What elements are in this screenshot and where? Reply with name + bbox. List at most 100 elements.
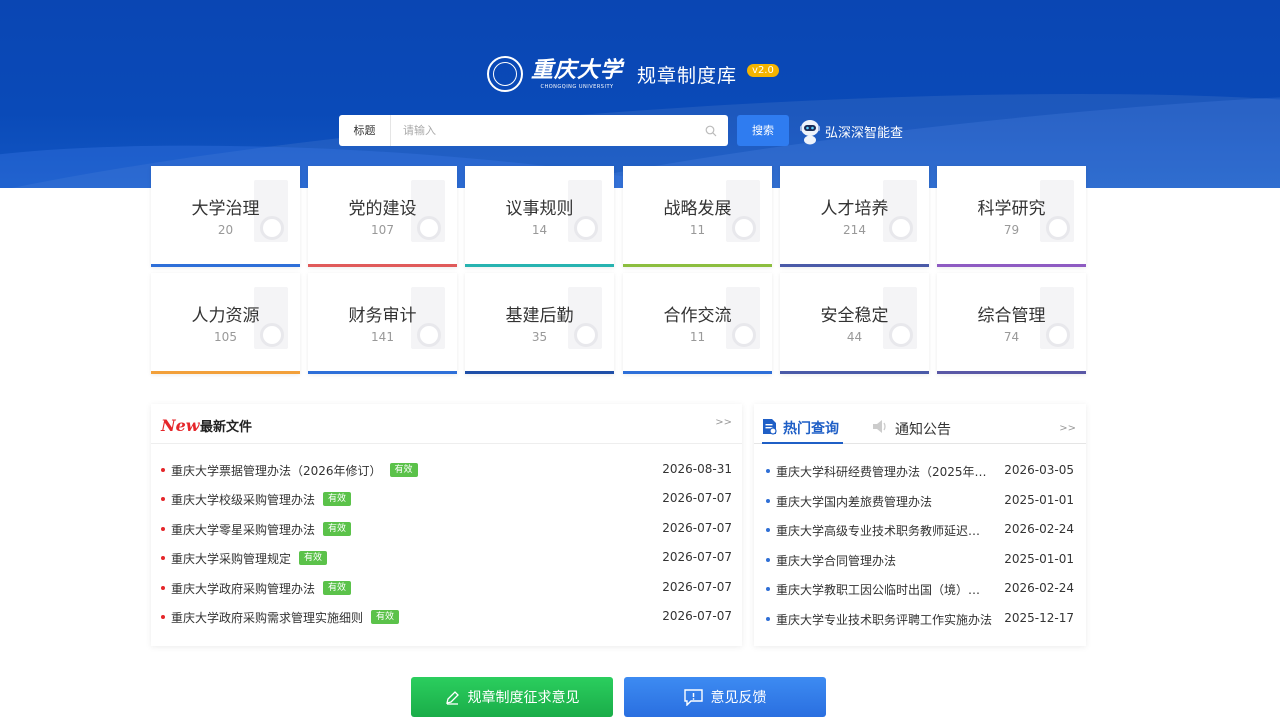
- category-card[interactable]: 财务审计 141: [308, 273, 457, 374]
- hot-query-title: 重庆大学教职工因公临时出国（境）管理办法: [776, 582, 992, 597]
- category-count: 107: [371, 223, 394, 237]
- bullet-dot: [161, 615, 165, 619]
- bullet-dot: [161, 497, 165, 501]
- bullet-dot: [161, 556, 165, 560]
- search-bar: 标题: [339, 115, 728, 146]
- category-card[interactable]: 综合管理 74: [937, 273, 1086, 374]
- tab-hot-query-label: 热门查询: [783, 421, 839, 437]
- latest-files-panel: New 最新文件 >> 重庆大学票据管理办法（2026年修订） 有效 2026-08…: [151, 404, 742, 646]
- search-category-select[interactable]: 标题: [339, 115, 391, 146]
- hot-query-row[interactable]: 重庆大学科研经费管理办法（2025年修订）: [766, 461, 992, 481]
- category-name: 人才培养: [820, 199, 889, 219]
- category-card[interactable]: 大学治理 20: [151, 166, 300, 267]
- latest-files-title: 最新文件: [200, 420, 253, 435]
- category-name: 基建后勤: [505, 306, 574, 326]
- latest-file-row[interactable]: 重庆大学采购管理规定 有效: [161, 548, 328, 568]
- site-logo[interactable]: 重庆大学 CHONGQING UNIVERSITY 规章制度库 v2.0: [487, 54, 779, 94]
- category-count: 11: [689, 223, 706, 237]
- solicit-opinion-button[interactable]: 规章制度征求意见: [411, 677, 613, 717]
- latest-file-row[interactable]: 重庆大学票据管理办法（2026年修订） 有效: [161, 460, 418, 480]
- category-card[interactable]: 议事规则 14: [465, 166, 614, 267]
- latest-file-date: 2026-07-07: [662, 609, 732, 623]
- category-count: 35: [531, 330, 548, 344]
- search-input[interactable]: [391, 116, 700, 145]
- category-count: 214: [843, 223, 866, 237]
- category-card[interactable]: 人力资源 105: [151, 273, 300, 374]
- latest-file-row[interactable]: 重庆大学零星采购管理办法 有效: [161, 519, 352, 539]
- tab-hot-query[interactable]: 热门查询: [762, 418, 843, 444]
- hot-query-date: 2026-03-05: [1004, 463, 1074, 477]
- hot-query-row[interactable]: 重庆大学教职工因公临时出国（境）管理办法: [766, 579, 992, 599]
- category-card[interactable]: 战略发展 11: [623, 166, 772, 267]
- solicit-opinion-label: 规章制度征求意见: [467, 690, 580, 706]
- category-count: 20: [217, 223, 234, 237]
- robot-icon: [799, 117, 821, 145]
- category-color-bar: [308, 264, 457, 267]
- search-button[interactable]: 搜索: [737, 115, 789, 146]
- category-name: 战略发展: [663, 199, 732, 219]
- latest-file-date: 2026-07-07: [662, 580, 732, 594]
- category-color-bar: [623, 264, 772, 267]
- latest-file-date: 2026-07-07: [662, 491, 732, 505]
- category-card[interactable]: 基建后勤 35: [465, 273, 614, 374]
- category-color-bar: [937, 371, 1086, 374]
- bullet-dot: [161, 586, 165, 590]
- category-count: 79: [1003, 223, 1020, 237]
- latest-file-row[interactable]: 重庆大学政府采购管理办法 有效: [161, 578, 352, 598]
- hot-more-link[interactable]: >>: [1059, 423, 1076, 434]
- status-badge: 有效: [299, 551, 328, 565]
- version-badge: v2.0: [747, 63, 779, 77]
- new-label: New: [161, 416, 200, 435]
- latest-file-title: 重庆大学政府采购管理办法: [171, 581, 316, 596]
- bullet-dot: [766, 587, 770, 591]
- tab-notice-label: 通知公告: [895, 422, 951, 438]
- smart-search-button[interactable]: 弘深深智能查: [799, 116, 903, 146]
- category-color-bar: [937, 264, 1086, 267]
- hot-query-row[interactable]: 重庆大学专业技术职务评聘工作实施办法: [766, 609, 992, 629]
- category-card[interactable]: 党的建设 107: [308, 166, 457, 267]
- feedback-button[interactable]: 意见反馈: [624, 677, 826, 717]
- latest-file-row[interactable]: 重庆大学政府采购需求管理实施细则 有效: [161, 607, 400, 627]
- latest-files-header: New 最新文件 >>: [151, 404, 742, 444]
- hot-query-date: 2025-01-01: [1004, 552, 1074, 566]
- tab-notice[interactable]: 通知公告: [872, 419, 951, 439]
- status-badge: 有效: [323, 522, 352, 536]
- bullet-dot: [766, 528, 770, 532]
- category-name: 综合管理: [977, 306, 1046, 326]
- hot-query-title: 重庆大学科研经费管理办法（2025年修订）: [776, 464, 992, 479]
- hot-query-title: 重庆大学高级专业技术职务教师延迟退休管理办法: [776, 523, 992, 538]
- category-name: 科学研究: [977, 199, 1046, 219]
- category-color-bar: [623, 371, 772, 374]
- header-banner: [0, 0, 1280, 188]
- category-color-bar: [780, 264, 929, 267]
- category-color-bar: [465, 264, 614, 267]
- category-card[interactable]: 合作交流 11: [623, 273, 772, 374]
- hot-query-row[interactable]: 重庆大学合同管理办法: [766, 550, 992, 570]
- latest-file-title: 重庆大学票据管理办法（2026年修订）: [171, 463, 382, 478]
- hot-panel-tabs: 热门查询 通知公告 >>: [754, 404, 1086, 444]
- hot-query-row[interactable]: 重庆大学国内差旅费管理办法: [766, 491, 992, 511]
- hot-query-row[interactable]: 重庆大学高级专业技术职务教师延迟退休管理办法: [766, 520, 992, 540]
- smart-search-label: 弘深深智能查: [825, 125, 904, 141]
- category-color-bar: [465, 371, 614, 374]
- category-count: 11: [689, 330, 706, 344]
- latest-file-date: 2026-07-07: [662, 521, 732, 535]
- university-seal-icon: [487, 56, 523, 92]
- search-icon[interactable]: [700, 120, 722, 142]
- university-name-cn: 重庆大学: [531, 57, 624, 83]
- bullet-dot: [766, 617, 770, 621]
- hot-query-date: 2025-01-01: [1004, 493, 1074, 507]
- category-name: 安全稳定: [820, 306, 889, 326]
- category-card[interactable]: 安全稳定 44: [780, 273, 929, 374]
- category-card[interactable]: 科学研究 79: [937, 166, 1086, 267]
- category-count: 74: [1003, 330, 1020, 344]
- category-color-bar: [151, 264, 300, 267]
- category-count: 141: [371, 330, 394, 344]
- category-card[interactable]: 人才培养 214: [780, 166, 929, 267]
- latest-file-row[interactable]: 重庆大学校级采购管理办法 有效: [161, 489, 352, 509]
- status-badge: 有效: [323, 581, 352, 595]
- category-name: 财务审计: [348, 306, 417, 326]
- category-color-bar: [780, 371, 929, 374]
- latest-more-link[interactable]: >>: [715, 417, 732, 428]
- hot-query-date: 2026-02-24: [1004, 581, 1074, 595]
